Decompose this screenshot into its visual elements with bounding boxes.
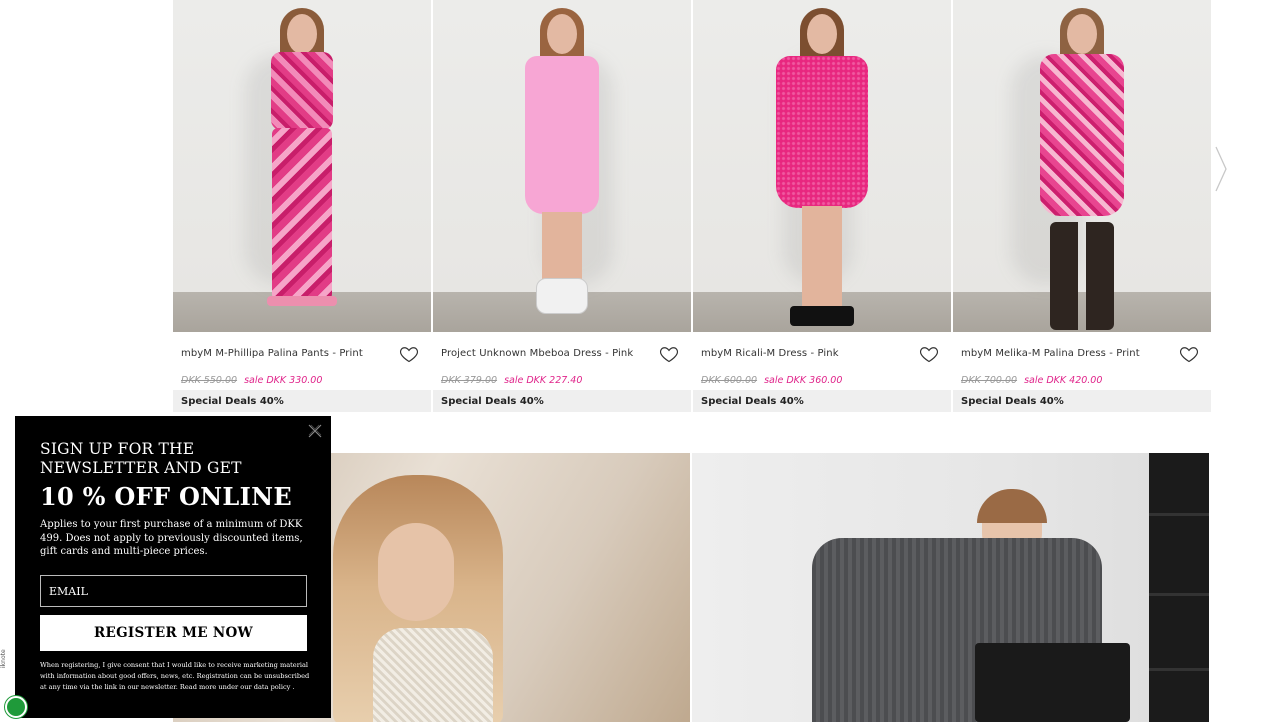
deal-label: Special Deals 40% <box>953 390 1211 412</box>
product-image[interactable] <box>433 0 691 332</box>
product-name[interactable]: mbyM Melika-M Palina Dress - Print <box>961 348 1140 359</box>
newsletter-title: Sign up for the newsletter and get <box>40 440 242 477</box>
sale-price: sale DKK 360.00 <box>764 375 843 386</box>
deal-label: Special Deals 40% <box>173 390 431 412</box>
product-image[interactable] <box>953 0 1211 332</box>
original-price: DKK 600.00 <box>701 375 758 386</box>
price-row: DKK 379.00 sale DKK 227.40 <box>441 375 582 386</box>
heart-icon[interactable] <box>399 344 419 364</box>
heart-icon[interactable] <box>659 344 679 364</box>
newsletter-popup: Sign up for the newsletter and get 10 % … <box>15 416 331 718</box>
price-row: DKK 600.00 sale DKK 360.00 <box>701 375 842 386</box>
sale-price: sale DKK 330.00 <box>244 375 323 386</box>
cookie-badge-icon[interactable] <box>5 696 27 718</box>
newsletter-offer: 10 % OFF ONLINE <box>40 482 292 511</box>
chevron-right-icon[interactable] <box>1214 145 1228 193</box>
register-button[interactable]: REGISTER ME NOW <box>40 615 307 651</box>
product-card[interactable]: mbyM M-Phillipa Palina Pants - Print DKK… <box>173 0 431 412</box>
sale-price: sale DKK 420.00 <box>1024 375 1103 386</box>
deal-label: Special Deals 40% <box>693 390 951 412</box>
email-field[interactable] <box>40 575 307 607</box>
price-row: DKK 550.00 sale DKK 330.00 <box>181 375 322 386</box>
heart-icon[interactable] <box>919 344 939 364</box>
product-name[interactable]: mbyM Ricali-M Dress - Pink <box>701 348 839 359</box>
consent-text: When registering, I give consent that I … <box>40 661 310 691</box>
deal-label: Special Deals 40% <box>433 390 691 412</box>
original-price: DKK 550.00 <box>181 375 238 386</box>
product-image[interactable] <box>693 0 951 332</box>
newsletter-description: Applies to your first purchase of a mini… <box>40 519 303 557</box>
close-icon[interactable] <box>308 424 322 438</box>
original-price: DKK 379.00 <box>441 375 498 386</box>
price-row: DKK 700.00 sale DKK 420.00 <box>961 375 1102 386</box>
heart-icon[interactable] <box>1179 344 1199 364</box>
badge-label: iknote <box>0 649 7 668</box>
product-grid: mbyM M-Phillipa Palina Pants - Print DKK… <box>173 0 1211 412</box>
product-card[interactable]: Project Unknown Mbeboa Dress - Pink DKK … <box>433 0 691 412</box>
product-image[interactable] <box>173 0 431 332</box>
product-name[interactable]: Project Unknown Mbeboa Dress - Pink <box>441 348 633 359</box>
sale-price: sale DKK 227.40 <box>504 375 583 386</box>
original-price: DKK 700.00 <box>961 375 1018 386</box>
product-card[interactable]: mbyM Ricali-M Dress - Pink DKK 600.00 sa… <box>693 0 951 412</box>
product-card[interactable]: mbyM Melika-M Palina Dress - Print DKK 7… <box>953 0 1211 412</box>
product-name[interactable]: mbyM M-Phillipa Palina Pants - Print <box>181 348 363 359</box>
campaign-banner-right[interactable] <box>692 453 1209 722</box>
